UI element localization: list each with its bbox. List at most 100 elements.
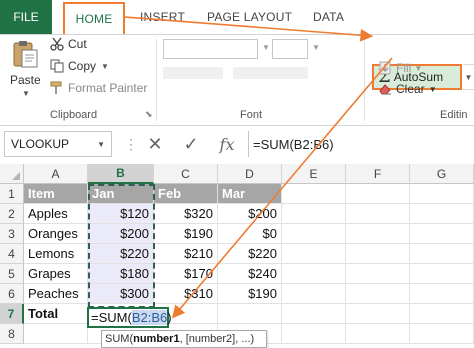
table-cell[interactable] (282, 264, 346, 284)
tab-home[interactable]: HOME (63, 2, 125, 34)
table-cell[interactable] (346, 204, 410, 224)
row-header-7[interactable]: 7 (0, 304, 24, 324)
row-header-4[interactable]: 4 (0, 244, 24, 264)
clipboard-launcher-icon[interactable]: ⬊ (145, 109, 153, 120)
row-header-5[interactable]: 5 (0, 264, 24, 284)
column-header-f[interactable]: F (346, 164, 410, 184)
table-cell[interactable] (346, 284, 410, 304)
table-cell[interactable] (346, 324, 410, 344)
table-cell[interactable] (410, 304, 474, 324)
row-header-2[interactable]: 2 (0, 204, 24, 224)
name-box-dropdown-icon[interactable]: ▼ (97, 140, 105, 149)
table-cell[interactable]: $220 (88, 244, 154, 264)
font-style-buttons[interactable] (163, 67, 223, 79)
table-cell[interactable] (410, 324, 474, 344)
table-cell[interactable]: $190 (218, 284, 282, 304)
table-cell[interactable]: $200 (88, 224, 154, 244)
fill-button[interactable]: Fill ▼ (378, 61, 422, 75)
cancel-icon[interactable]: ✕ (144, 132, 166, 156)
table-cell[interactable] (282, 324, 346, 344)
table-cell[interactable] (282, 304, 346, 324)
fill-label: Fill (396, 61, 412, 75)
table-cell[interactable]: Lemons (24, 244, 88, 264)
column-header-b[interactable]: B (88, 164, 154, 184)
font-size-dropdown[interactable] (272, 39, 308, 59)
row-header-1[interactable]: 1 (0, 184, 24, 204)
column-header-e[interactable]: E (282, 164, 346, 184)
table-header-cell[interactable]: Mar (218, 184, 282, 204)
font-name-arrow-icon[interactable]: ▼ (262, 43, 270, 52)
table-cell[interactable] (218, 304, 282, 324)
tab-file[interactable]: FILE (0, 0, 52, 34)
name-box[interactable]: VLOOKUP ▼ (4, 131, 112, 157)
column-header-a[interactable]: A (24, 164, 88, 184)
table-cell[interactable]: $310 (154, 284, 218, 304)
table-cell[interactable]: $300 (88, 284, 154, 304)
table-cell[interactable]: Apples (24, 204, 88, 224)
clear-button[interactable]: Clear ▼ (378, 82, 437, 96)
format-painter-button[interactable]: Format Painter (50, 81, 147, 95)
table-cell[interactable] (410, 184, 474, 204)
table-cell[interactable]: $220 (218, 244, 282, 264)
table-header-cell[interactable]: Item (24, 184, 88, 204)
table-cell[interactable]: $320 (154, 204, 218, 224)
autosum-dropdown-icon[interactable]: ▼ (463, 64, 474, 90)
table-cell[interactable]: $240 (218, 264, 282, 284)
select-all-button[interactable] (0, 164, 24, 184)
table-cell[interactable] (410, 284, 474, 304)
table-cell[interactable] (346, 184, 410, 204)
column-header-c[interactable]: C (154, 164, 218, 184)
insert-function-icon[interactable]: fx (216, 132, 238, 156)
table-cell[interactable] (346, 264, 410, 284)
table-cell[interactable] (410, 264, 474, 284)
table-cell[interactable]: $0 (218, 224, 282, 244)
table-cell[interactable]: $180 (88, 264, 154, 284)
table-cell[interactable]: Grapes (24, 264, 88, 284)
paste-dropdown-icon[interactable]: ▼ (22, 89, 30, 98)
table-cell[interactable]: $170 (154, 264, 218, 284)
table-cell[interactable] (346, 304, 410, 324)
column-header-d[interactable]: D (218, 164, 282, 184)
copy-label: Copy (68, 59, 97, 73)
enter-icon[interactable]: ✓ (180, 132, 202, 156)
function-tooltip[interactable]: SUM(number1, [number2], ...) (101, 330, 267, 348)
copy-dropdown-icon[interactable]: ▼ (101, 62, 109, 71)
table-cell[interactable]: $200 (218, 204, 282, 224)
font-size-arrow-icon[interactable]: ▼ (312, 43, 320, 52)
table-cell[interactable] (410, 244, 474, 264)
table-cell[interactable] (282, 204, 346, 224)
table-cell[interactable]: Peaches (24, 284, 88, 304)
row-header-8[interactable]: 8 (0, 324, 24, 344)
formula-bar-grip-icon[interactable]: ⋮ (124, 136, 138, 153)
table-cell[interactable] (24, 324, 88, 344)
table-cell[interactable] (282, 284, 346, 304)
font-name-dropdown[interactable] (163, 39, 258, 59)
active-cell-editor[interactable]: =SUM(B2:B6) (87, 307, 172, 328)
table-header-cell[interactable]: Feb (154, 184, 218, 204)
table-header-cell[interactable]: Jan (88, 184, 154, 204)
formula-input[interactable]: =SUM(B2:B6) (248, 131, 474, 157)
column-header-g[interactable]: G (410, 164, 474, 184)
table-cell[interactable] (282, 224, 346, 244)
tab-insert[interactable]: INSERT (140, 0, 185, 34)
total-label-cell[interactable]: Total (24, 304, 88, 324)
table-cell[interactable]: $210 (154, 244, 218, 264)
table-cell[interactable]: Oranges (24, 224, 88, 244)
table-cell[interactable] (346, 244, 410, 264)
clear-dropdown-icon[interactable]: ▼ (429, 85, 437, 94)
table-cell[interactable]: $120 (88, 204, 154, 224)
fill-dropdown-icon[interactable]: ▼ (414, 64, 422, 73)
table-cell[interactable] (410, 204, 474, 224)
table-cell[interactable] (282, 244, 346, 264)
font-color-buttons[interactable] (233, 67, 308, 79)
table-cell[interactable] (346, 224, 410, 244)
table-cell[interactable] (282, 184, 346, 204)
cut-button[interactable]: Cut (50, 37, 87, 51)
tab-page-layout[interactable]: PAGE LAYOUT (207, 0, 292, 34)
row-header-6[interactable]: 6 (0, 284, 24, 304)
table-cell[interactable] (410, 224, 474, 244)
copy-button[interactable]: Copy ▼ (50, 59, 109, 73)
row-header-3[interactable]: 3 (0, 224, 24, 244)
tab-data[interactable]: DATA (313, 0, 344, 34)
table-cell[interactable]: $190 (154, 224, 218, 244)
